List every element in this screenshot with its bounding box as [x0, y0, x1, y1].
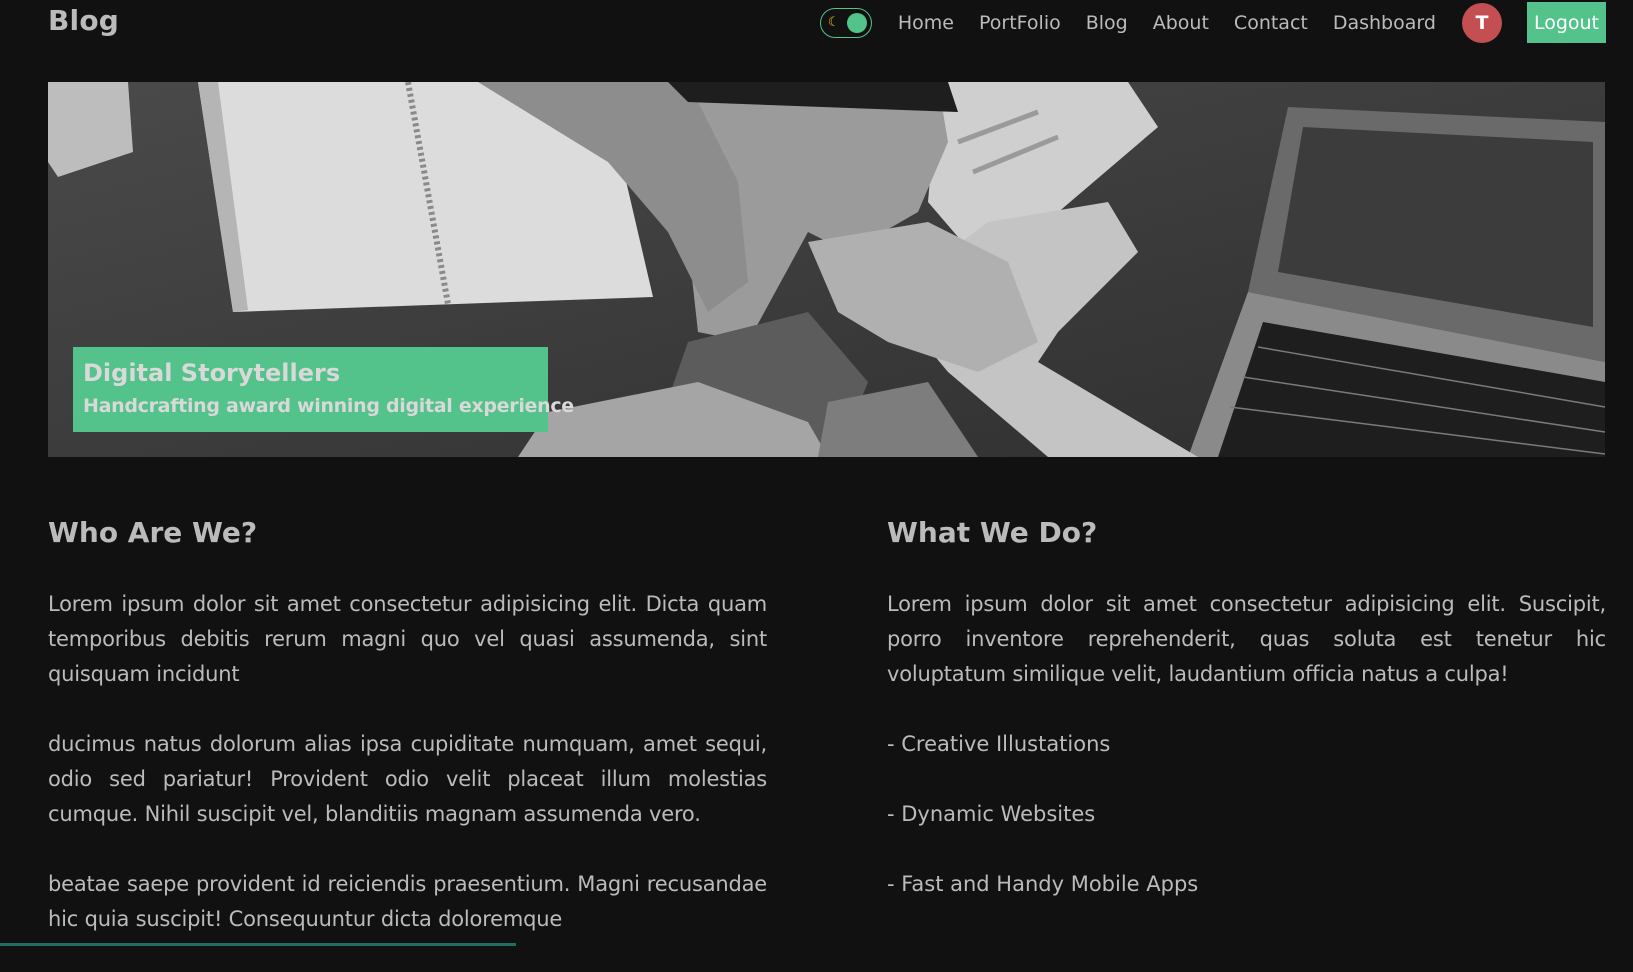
hero-title: Digital Storytellers: [83, 359, 538, 388]
nav-link-dashboard[interactable]: Dashboard: [1333, 12, 1436, 34]
nav-right: ☾ Home PortFolio Blog About Contact Dash…: [820, 2, 1606, 43]
nav-links: Home PortFolio Blog About Contact Dashbo…: [898, 12, 1461, 34]
logout-button[interactable]: Logout: [1527, 2, 1606, 43]
hero-subtitle: Handcrafting award winning digital exper…: [83, 395, 538, 417]
moon-icon: ☾: [828, 16, 840, 29]
services-intro: Lorem ipsum dolor sit amet consectetur a…: [887, 587, 1606, 692]
service-item: - Dynamic Websites: [887, 797, 1606, 832]
about-section: Who Are We? Lorem ipsum dolor sit amet c…: [48, 515, 767, 972]
nav-link-home[interactable]: Home: [898, 12, 954, 34]
nav-link-contact[interactable]: Contact: [1234, 12, 1308, 34]
service-item: - Fast and Handy Mobile Apps: [887, 867, 1606, 902]
service-item: - Creative Illustations: [887, 727, 1606, 762]
brand-logo[interactable]: Blog: [48, 4, 119, 37]
services-heading: What We Do?: [887, 515, 1606, 551]
nav-link-about[interactable]: About: [1153, 12, 1209, 34]
nav-link-blog[interactable]: Blog: [1086, 12, 1128, 34]
services-section: What We Do? Lorem ipsum dolor sit amet c…: [887, 515, 1606, 937]
nav-link-portfolio[interactable]: PortFolio: [979, 12, 1061, 34]
navbar: Blog ☾ Home PortFolio Blog About Contact…: [0, 0, 1633, 45]
hero-banner: Digital Storytellers Handcrafting award …: [48, 82, 1605, 457]
about-paragraph: beatae saepe provident id reiciendis pra…: [48, 867, 767, 937]
about-paragraph: ducimus natus dolorum alias ipsa cupidit…: [48, 727, 767, 832]
hero-caption: Digital Storytellers Handcrafting award …: [73, 347, 548, 432]
about-heading: Who Are We?: [48, 515, 767, 551]
about-paragraph: Lorem ipsum dolor sit amet consectetur a…: [48, 587, 767, 692]
theme-toggle[interactable]: ☾: [820, 8, 872, 38]
avatar[interactable]: T: [1462, 3, 1502, 43]
toggle-knob: [847, 13, 867, 33]
